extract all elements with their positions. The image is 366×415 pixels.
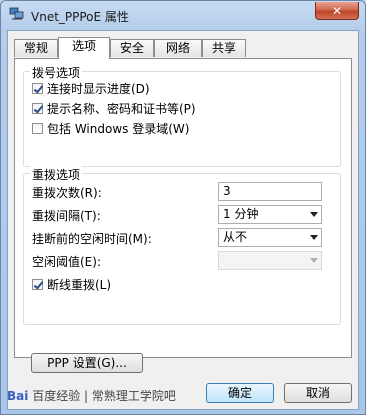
tab-security[interactable]: 安全 <box>110 39 154 57</box>
prompt-credentials-label: 提示名称、密码和证书等(P) <box>47 101 196 116</box>
close-icon: ✕ <box>331 4 343 18</box>
window-title: Vnet_PPPoE 属性 <box>31 10 129 24</box>
idle-hangup-label: 挂断前的空闲时间(M): <box>32 232 152 246</box>
redial-if-dropped-option[interactable]: 断线重拨(L) <box>32 276 111 292</box>
ok-button[interactable]: 确定 <box>206 383 274 403</box>
redial-if-dropped-label: 断线重拨(L) <box>47 277 112 292</box>
dialing-options-group: 拨号选项 连接时显示进度(D) 提示名称、密码和证书等(P) 包括 Window… <box>23 64 341 167</box>
chevron-down-icon <box>310 258 318 263</box>
redial-interval-label: 重拨间隔(T): <box>32 209 101 223</box>
tab-options[interactable]: 选项 <box>58 37 110 59</box>
redial-interval-select[interactable]: 1 分钟 <box>218 205 322 224</box>
show-progress-option[interactable]: 连接时显示进度(D) <box>32 80 150 96</box>
idle-threshold-label: 空闲阈值(E): <box>32 255 101 269</box>
include-domain-checkbox[interactable] <box>32 122 43 134</box>
include-domain-option[interactable]: 包括 Windows 登录域(W) <box>32 120 189 136</box>
chevron-down-icon <box>310 212 318 217</box>
dialog-client: 常规 选项 安全 网络 共享 拨号选项 连接时显示进度(D) 提示名称、密码和证… <box>7 30 359 410</box>
show-progress-label: 连接时显示进度(D) <box>47 81 150 96</box>
tab-general[interactable]: 常规 <box>14 39 58 57</box>
prompt-credentials-checkbox[interactable] <box>32 102 43 114</box>
show-progress-checkbox[interactable] <box>32 82 43 94</box>
redial-interval-value: 1 分钟 <box>223 207 259 221</box>
close-button[interactable]: ✕ <box>315 2 359 20</box>
watermark: Bai 百度经验 | 常熟理工学院吧 <box>7 387 176 404</box>
options-panel: 拨号选项 连接时显示进度(D) 提示名称、密码和证书等(P) 包括 Window… <box>14 58 352 373</box>
redial-options-title: 重拨选项 <box>30 166 83 183</box>
idle-hangup-value: 从不 <box>223 230 248 244</box>
prompt-credentials-option[interactable]: 提示名称、密码和证书等(P) <box>32 100 196 116</box>
redial-options-group: 重拨选项 重拨次数(R): 3 重拨间隔(T): 1 分钟 挂断前的空闲时间(M… <box>23 166 341 325</box>
watermark-logo: Bai <box>7 389 29 403</box>
title-bar[interactable]: Vnet_PPPoE 属性 ✕ <box>1 1 365 29</box>
chevron-down-icon <box>310 235 318 240</box>
properties-dialog: Vnet_PPPoE 属性 ✕ 常规 选项 安全 网络 共享 拨号选项 连接时显… <box>0 0 366 415</box>
network-connection-icon <box>9 7 24 20</box>
ppp-settings-button[interactable]: PPP 设置(G)... <box>31 353 143 373</box>
redial-if-dropped-checkbox[interactable] <box>32 278 43 290</box>
idle-threshold-select[interactable] <box>218 251 322 270</box>
watermark-text: 百度经验 | 常熟理工学院吧 <box>32 389 176 403</box>
dialing-options-title: 拨号选项 <box>30 64 83 81</box>
include-domain-label: 包括 Windows 登录域(W) <box>47 121 190 136</box>
redial-attempts-label: 重拨次数(R): <box>32 186 102 200</box>
redial-attempts-input[interactable]: 3 <box>218 182 322 201</box>
tab-sharing[interactable]: 共享 <box>202 39 246 57</box>
tab-networking[interactable]: 网络 <box>154 39 202 57</box>
cancel-button[interactable]: 取消 <box>284 383 352 403</box>
idle-hangup-select[interactable]: 从不 <box>218 228 322 247</box>
